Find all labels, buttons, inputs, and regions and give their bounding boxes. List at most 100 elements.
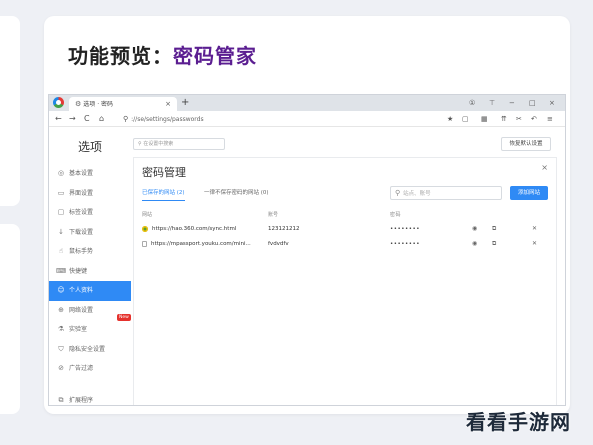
close-icon[interactable]: × (541, 163, 548, 172)
adblock-icon: ⊘ (58, 364, 64, 372)
show-password-icon[interactable]: ◉ (472, 222, 477, 236)
background-card-left-top (0, 16, 20, 206)
password-cell: •••••••• (390, 241, 420, 247)
slide-title: 功能预览：密码管家 (68, 40, 257, 69)
download-icon: ↓ (58, 227, 64, 236)
delete-icon[interactable]: ✕ (532, 237, 537, 251)
network-icon: ⊕ (58, 305, 64, 314)
address-bar-row: ← → C ⌂ ⚲://se/settings/passwords ★ ▢ ▦ … (49, 111, 565, 127)
tab-title: 选项 · 密码 (83, 101, 114, 108)
sidebar-item-label: 网络设置 (69, 306, 94, 314)
sidebar-item-basic[interactable]: ◎ 基本设置 (49, 164, 131, 184)
sidebar-item-download[interactable]: ↓ 下载设置 (49, 223, 131, 243)
info-icon[interactable]: ① (469, 95, 475, 111)
settings-icon: ◎ (57, 169, 65, 177)
pin-icon[interactable]: ⊤ (489, 95, 495, 111)
sidebar-item-label: 个人资料 (69, 287, 94, 294)
settings-sidebar: 选项 ◎ 基本设置 ▭ 界面设置 ▢ 标签设置 ↓ 下载设置 ☝ 鼠标手势 ⌨ 快捷键 ☺ 个… (49, 128, 131, 406)
shield-icon: ⛉ (58, 344, 64, 353)
sidebar-item-label: 快捷键 (69, 267, 88, 275)
sidebar-item-label: 鼠标手势 (69, 248, 94, 255)
sidebar-item-adblock[interactable]: ⊘ 广告过滤 (49, 359, 131, 379)
sidebar-item-label: 标签设置 (69, 209, 94, 216)
dialog-title: 密码管理 (142, 166, 186, 179)
back-icon[interactable]: ← (55, 111, 62, 127)
sidebar-item-label: 基本设置 (69, 170, 94, 177)
sidebar-item-label: 广告过滤 (69, 365, 94, 372)
forward-icon[interactable]: → (69, 111, 76, 127)
reader-icon[interactable]: ▢ (462, 111, 469, 127)
sidebar-item-gesture[interactable]: ☝ 鼠标手势 (49, 242, 131, 262)
url-text: ://se/settings/passwords (131, 116, 204, 123)
site-search-placeholder: 站点、账号 (403, 191, 431, 197)
search-icon: ⚲ (123, 115, 129, 123)
user-icon: ☺ (57, 286, 65, 294)
sidebar-item-lab[interactable]: ⚗ 实验室 New (49, 314, 131, 340)
tab-settings[interactable]: ⚙ 选项 · 密码 × (69, 97, 177, 111)
delete-icon[interactable]: ✕ (532, 222, 537, 236)
scissors-icon[interactable]: ✂ (516, 111, 522, 127)
password-manager-dialog: 密码管理 × 已保存的网站 (2) 一律不保存密码的网站 (0) ⚲ 站点、账号 … (133, 157, 557, 405)
tab-bar: ⚙ 选项 · 密码 × + ① ⊤ − □ × (49, 95, 565, 111)
feature-slide: 功能预览：密码管家 ⚙ 选项 · 密码 × + ① ⊤ − □ × ← → C ⌂… (44, 16, 570, 414)
sidebar-item-label: 实验室 (69, 326, 88, 333)
tab-icon: ▢ (57, 208, 65, 216)
sidebar-item-label: 界面设置 (69, 189, 94, 197)
sidebar-item-label: 隐私安全设置 (69, 345, 106, 353)
tab-never-saved[interactable]: 一律不保存密码的网站 (0) (204, 188, 269, 198)
360-icon (142, 225, 148, 232)
watermark: 看看手游网 (466, 410, 571, 434)
sidebar-item-privacy[interactable]: ⛉ 隐私安全设置 (49, 340, 131, 360)
gesture-icon: ☝ (58, 247, 64, 255)
background-card-left-bottom (0, 224, 20, 414)
tab-close-icon[interactable]: × (165, 97, 171, 111)
column-header-password: 密码 (390, 212, 402, 218)
table-row: https://hao.360.com/sync.html 123121212 … (142, 222, 550, 236)
apps-grid-icon[interactable]: ▦ (481, 111, 488, 127)
close-window-button[interactable]: × (549, 95, 555, 111)
table-header: 网站 账号 密码 (142, 210, 550, 220)
home-icon[interactable]: ⌂ (99, 111, 104, 127)
settings-search-input[interactable]: ⚲ 在设置中搜索 (133, 138, 225, 150)
restore-defaults-button[interactable]: 恢复默认设置 (501, 137, 551, 151)
show-password-icon[interactable]: ◉ (472, 237, 477, 251)
sidebar-item-interface[interactable]: ▭ 界面设置 (49, 184, 131, 204)
account-cell: 123121212 (268, 226, 300, 232)
sync-icon[interactable]: ⇈ (501, 111, 507, 127)
gear-icon: ⚙ (75, 100, 82, 108)
browser-logo-icon (53, 97, 64, 108)
column-header-site: 网站 (142, 212, 153, 218)
tab-saved-sites[interactable]: 已保存的网站 (2) (142, 188, 185, 201)
menu-icon[interactable]: ≡ (547, 111, 553, 127)
site-cell: https://mpassport.youku.com/mini... (142, 237, 251, 251)
keyboard-icon: ⌨ (56, 266, 67, 275)
table-row: https://mpassport.youku.com/mini... fvdv… (142, 237, 550, 251)
site-search-input[interactable]: ⚲ 站点、账号 (390, 186, 502, 200)
column-header-account: 账号 (268, 212, 279, 218)
reload-icon[interactable]: C (84, 111, 90, 127)
add-site-button[interactable]: 添加网站 (510, 186, 548, 200)
browser-window: ⚙ 选项 · 密码 × + ① ⊤ − □ × ← → C ⌂ ⚲://se/se… (48, 94, 566, 406)
sidebar-item-shortcut[interactable]: ⌨ 快捷键 (49, 262, 131, 282)
copy-icon[interactable]: ⧉ (492, 237, 496, 251)
undo-icon[interactable]: ↶ (531, 111, 537, 127)
lab-icon: ⚗ (57, 325, 65, 333)
url-field[interactable]: ⚲://se/settings/passwords (123, 114, 433, 125)
sidebar-item-label: 扩展程序 (69, 396, 94, 404)
layout-icon: ▭ (57, 188, 65, 197)
bookmark-star-icon[interactable]: ★ (447, 111, 453, 127)
new-tab-button[interactable]: + (181, 96, 189, 110)
maximize-button[interactable]: □ (529, 95, 536, 111)
search-icon: ⚲ (395, 189, 401, 197)
settings-search-placeholder: 在设置中搜索 (143, 141, 174, 147)
sidebar-item-tabs[interactable]: ▢ 标签设置 (49, 203, 131, 223)
minimize-button[interactable]: − (509, 95, 515, 111)
sidebar-item-profile[interactable]: ☺ 个人资料 (49, 281, 131, 301)
sidebar-item-label: 下载设置 (69, 228, 94, 236)
copy-icon[interactable]: ⧉ (492, 222, 496, 236)
sidebar-item-extensions[interactable]: ⧉ 扩展程序 (49, 391, 131, 406)
slide-title-prefix: 功能预览： (68, 44, 173, 68)
account-cell: fvdvdfv (268, 241, 289, 247)
new-badge: New (117, 314, 131, 321)
extension-icon: ⧉ (58, 395, 64, 404)
